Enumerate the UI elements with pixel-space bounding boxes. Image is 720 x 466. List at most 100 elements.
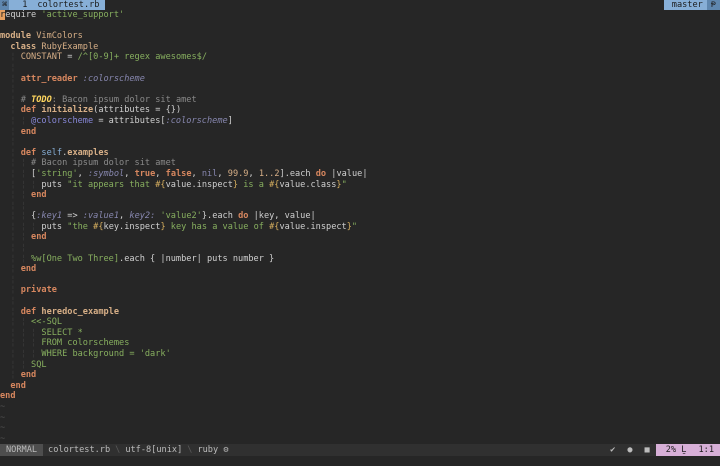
code-line[interactable]: ¦ ¦ {:key1 => :value1, key2: 'value2'}.e… xyxy=(0,211,720,222)
code-token: 'value2' xyxy=(160,211,202,222)
code-line[interactable]: ¦ attr_reader :colorscheme xyxy=(0,74,720,85)
code-token: ¦ ¦ xyxy=(0,168,32,179)
code-token: def xyxy=(20,105,42,116)
code-line[interactable]: ¦ end xyxy=(0,264,720,275)
code-token: 'active_support' xyxy=(41,10,125,20)
code-token: ¦ ¦ ¦ xyxy=(0,338,42,349)
code-line[interactable]: ¦ def self.examples xyxy=(0,148,720,159)
code-token: ¦ ¦ ¦ xyxy=(0,221,42,232)
code-line[interactable]: end xyxy=(0,391,720,402)
code-token: puts xyxy=(41,221,68,232)
code-token: ¦ xyxy=(0,52,21,63)
code-line[interactable]: ¦ ¦ @colorscheme = attributes[:colorsche… xyxy=(0,116,720,127)
code-line[interactable]: ¦ xyxy=(0,137,720,148)
code-token: ¦ ¦ xyxy=(0,211,32,222)
code-line[interactable]: ¦ ¦ end xyxy=(0,190,720,201)
scroll-percent: 2% Ḻ xyxy=(655,444,693,456)
code-token: : Bacon ipsum dolor sit amet xyxy=(51,94,197,105)
code-token: ¦ xyxy=(0,73,21,84)
code-token: , xyxy=(155,168,166,179)
code-line[interactable]: ¦ xyxy=(0,84,720,95)
code-line[interactable]: ~ xyxy=(0,434,720,445)
code-line[interactable]: ¦ ¦ end xyxy=(0,232,720,243)
code-line[interactable]: module VimColors xyxy=(0,31,720,42)
code-token: = xyxy=(62,52,78,63)
code-token: end xyxy=(31,232,47,243)
code-token: key has a value of xyxy=(165,221,270,232)
code-token: # Bacon ipsum dolor sit amet xyxy=(31,158,176,169)
code-line[interactable]: class RubyExample xyxy=(0,42,720,53)
code-line[interactable] xyxy=(0,21,720,32)
code-line[interactable]: ¦ ¦ SQL xyxy=(0,360,720,371)
code-token: SELECT * xyxy=(41,327,83,338)
code-token: value.class xyxy=(279,179,337,190)
command-line[interactable] xyxy=(0,456,720,466)
code-line[interactable]: ¦ end xyxy=(0,127,720,138)
statusline-filename: colortest.rb xyxy=(48,445,111,455)
code-token: attr_reader xyxy=(20,73,83,84)
tabline-icon: ⌘ xyxy=(0,0,10,10)
code-line[interactable]: ~ xyxy=(0,423,720,434)
editor-buffer[interactable]: require 'active_support'module VimColors… xyxy=(0,10,720,444)
code-token: }.each xyxy=(201,211,239,222)
code-line[interactable]: ¦ # TODO: Bacon ipsum dolor sit amet xyxy=(0,95,720,106)
code-token: end xyxy=(20,264,37,275)
code-token: ¦ xyxy=(0,264,21,275)
code-token: FROM colorschemes xyxy=(41,338,130,349)
code-line[interactable]: ¦ xyxy=(0,296,720,307)
code-line[interactable]: ¦ def heredoc_example xyxy=(0,307,720,318)
code-token: ~ xyxy=(0,423,6,434)
code-token: :symbol xyxy=(88,168,125,179)
code-token: private xyxy=(20,285,57,296)
code-line[interactable]: ¦ ¦ ¦ puts "it appears that #{value.insp… xyxy=(0,180,720,191)
code-token: :value1 xyxy=(82,211,120,222)
code-line[interactable]: ¦ ¦ # Bacon ipsum dolor sit amet xyxy=(0,158,720,169)
code-line[interactable]: ¦ private xyxy=(0,285,720,296)
code-line[interactable]: ¦ ¦ <<-SQL xyxy=(0,317,720,328)
code-token: RubyExample xyxy=(41,41,99,52)
code-line[interactable]: end xyxy=(0,381,720,392)
code-line[interactable]: ¦ ¦ ¦ FROM colorschemes xyxy=(0,338,720,349)
code-token: def xyxy=(20,306,42,317)
code-line[interactable]: ¦ ¦ ¦ WHERE background = 'dark' xyxy=(0,349,720,360)
code-line[interactable]: ¦ def initialize(attributes = {}) xyxy=(0,105,720,116)
code-line[interactable]: ¦ ¦ ¦ SELECT * xyxy=(0,328,720,339)
code-line[interactable]: ¦ ¦ ¦ puts "the #{key.inspect} key has a… xyxy=(0,222,720,233)
code-token: false xyxy=(165,168,192,179)
code-line[interactable]: ¦ CONSTANT = /^[0-9]+ regex awesomes$/ xyxy=(0,52,720,63)
code-token: ¦ xyxy=(0,306,21,317)
code-line[interactable]: ¦ ¦ %w[One Two Three].each { |number| pu… xyxy=(0,254,720,265)
tab-colortest[interactable]: 1 colortest.rb xyxy=(12,0,106,10)
code-token: :key1 xyxy=(36,211,63,222)
code-line[interactable]: ¦ ¦ xyxy=(0,201,720,212)
code-line[interactable]: ~ xyxy=(0,413,720,424)
check-icon: ✔ xyxy=(610,445,616,455)
code-token: "the xyxy=(67,221,94,232)
code-token: key.inspect xyxy=(103,221,161,232)
code-line[interactable]: ¦ xyxy=(0,275,720,286)
code-token: , xyxy=(217,168,228,179)
code-token: , xyxy=(191,168,202,179)
code-token: ¦ xyxy=(0,84,16,95)
code-token: .each { |number| puts number } xyxy=(119,253,275,264)
tab-number: 1 xyxy=(22,0,28,10)
code-token: ¦ ¦ ¦ xyxy=(0,327,42,338)
code-token: module xyxy=(0,31,37,42)
code-token: " xyxy=(341,179,347,190)
code-line[interactable]: require 'active_support' xyxy=(0,10,720,21)
code-token: 1..2 xyxy=(258,168,280,179)
code-line[interactable]: ¦ end xyxy=(0,370,720,381)
code-token: ¦ xyxy=(0,126,21,137)
code-line[interactable]: ¦ ¦ xyxy=(0,243,720,254)
code-token: ~ xyxy=(0,433,6,444)
code-token: "it appears that xyxy=(67,179,156,190)
code-token: ¦ xyxy=(0,62,16,73)
code-line[interactable]: ¦ xyxy=(0,63,720,74)
code-token: end xyxy=(10,380,26,391)
code-token: puts xyxy=(41,179,68,190)
code-line[interactable]: ~ xyxy=(0,402,720,413)
code-token: , xyxy=(119,211,130,222)
code-token: ] xyxy=(227,115,233,126)
code-line[interactable]: ¦ ¦ ['string', :symbol, true, false, nil… xyxy=(0,169,720,180)
code-token: , xyxy=(248,168,259,179)
